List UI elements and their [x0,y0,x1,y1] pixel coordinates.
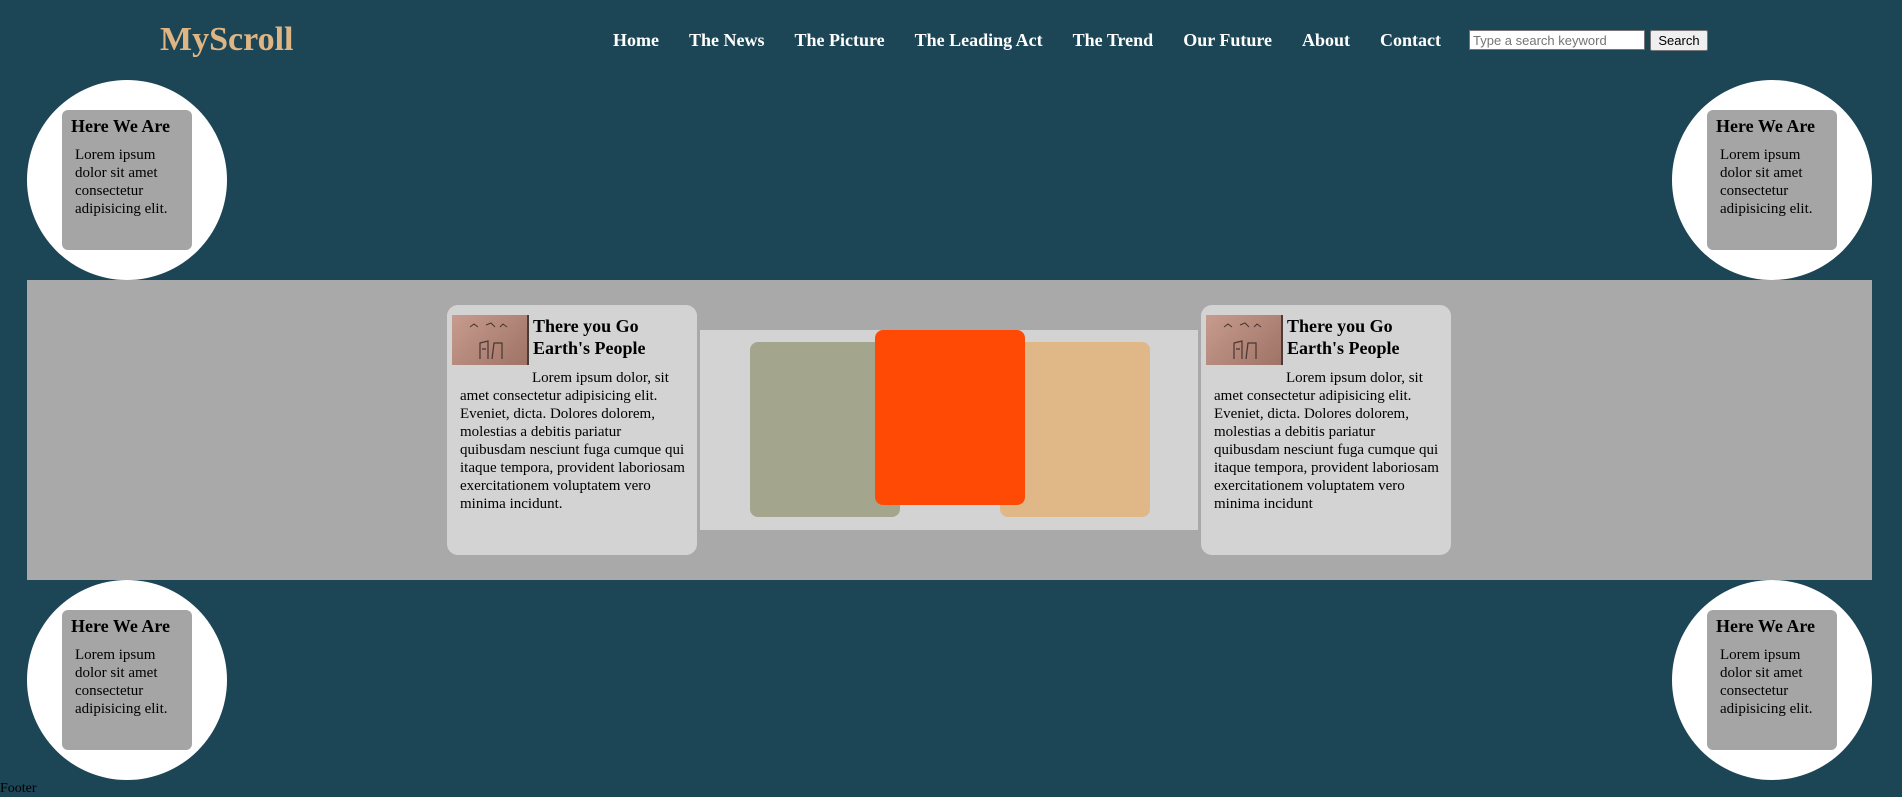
info-card: Here We Are Lorem ipsum dolor sit amet c… [62,110,192,250]
slider-stage [700,330,1198,530]
info-card: Here We Are Lorem ipsum dolor sit amet c… [1707,610,1837,750]
nav-about[interactable]: About [1302,30,1350,51]
nav-our-future[interactable]: Our Future [1183,30,1272,51]
slide-active[interactable] [875,330,1025,505]
story-text: Lorem ipsum dolor, sit amet consectetur … [460,370,685,512]
info-card-title: Here We Are [1716,116,1815,136]
nav-home[interactable]: Home [613,30,659,51]
story-title: There you Go Earth's People [1287,316,1400,358]
corner-circle-top-right: Here We Are Lorem ipsum dolor sit amet c… [1672,80,1872,280]
story-title: There you Go Earth's People [533,316,646,358]
story-thumbnail [452,315,529,365]
info-card-title: Here We Are [71,116,170,136]
nav-contact[interactable]: Contact [1380,30,1441,51]
info-card: Here We Are Lorem ipsum dolor sit amet c… [62,610,192,750]
nav-the-trend[interactable]: The Trend [1073,30,1154,51]
search-button[interactable]: Search [1650,30,1708,51]
info-card: Here We Are Lorem ipsum dolor sit amet c… [1707,110,1837,250]
story-card-right: There you Go Earth's People Lorem ipsum … [1201,305,1451,555]
info-card-text: Lorem ipsum dolor sit amet consectetur a… [1720,647,1813,717]
nav-the-picture[interactable]: The Picture [794,30,884,51]
info-card-text: Lorem ipsum dolor sit amet consectetur a… [75,647,168,717]
info-card-text: Lorem ipsum dolor sit amet consectetur a… [1720,147,1813,217]
story-card-left: There you Go Earth's People Lorem ipsum … [447,305,697,555]
search-input[interactable] [1469,30,1645,50]
story-thumbnail [1206,315,1283,365]
info-card-title: Here We Are [71,616,170,636]
story-text: Lorem ipsum dolor, sit amet consectetur … [1214,370,1439,512]
corner-circle-bottom-right: Here We Are Lorem ipsum dolor sit amet c… [1672,580,1872,780]
site-logo[interactable]: MyScroll [160,20,293,60]
page-footer: Footer [0,781,37,796]
info-card-title: Here We Are [1716,616,1815,636]
corner-circle-bottom-left: Here We Are Lorem ipsum dolor sit amet c… [27,580,227,780]
main-nav: Home The News The Picture The Leading Ac… [598,28,1456,52]
corner-circle-top-left: Here We Are Lorem ipsum dolor sit amet c… [27,80,227,280]
nav-the-news[interactable]: The News [689,30,765,51]
nav-the-leading-act[interactable]: The Leading Act [915,30,1043,51]
info-card-text: Lorem ipsum dolor sit amet consectetur a… [75,147,168,217]
